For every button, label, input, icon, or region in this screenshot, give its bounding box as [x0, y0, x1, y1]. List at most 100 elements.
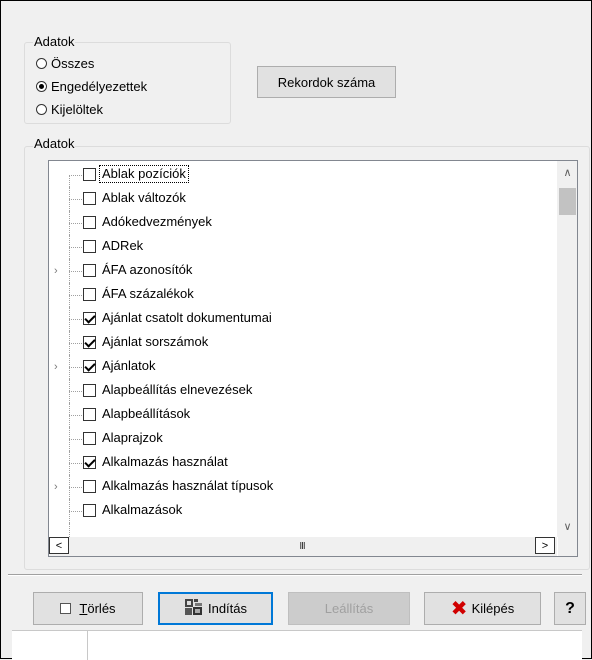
tree-connector [69, 439, 82, 440]
tree-item-label: Alapbeállítások [102, 406, 191, 421]
status-bar [12, 630, 582, 660]
tree-connector [69, 391, 82, 392]
tree-item[interactable]: Ajánlat csatolt dokumentumai [49, 307, 557, 331]
tree-item[interactable]: › Ajánlatok [49, 355, 557, 379]
tree-item[interactable]: Alkalmazások [49, 499, 557, 523]
tree-connector [69, 295, 82, 296]
horizontal-scrollbar[interactable]: < III > [49, 537, 557, 556]
tree-connector [69, 367, 82, 368]
item-checkbox[interactable] [83, 432, 96, 445]
tree-connector [69, 487, 82, 488]
tree-item-label: Ajánlat sorszámok [102, 334, 209, 349]
tree-connector [69, 415, 82, 416]
checkbox-icon [60, 603, 72, 614]
tree-connector [69, 175, 82, 176]
tree-item[interactable]: Alaprajzok [49, 427, 557, 451]
radio-osszes[interactable]: Összes [36, 55, 94, 71]
radio-icon [36, 103, 47, 115]
help-button[interactable]: ? [554, 592, 586, 625]
tree-connector [69, 319, 82, 320]
tree-item-label: ADRek [102, 238, 144, 253]
tree-item[interactable]: ADRek [49, 235, 557, 259]
item-checkbox[interactable] [83, 240, 96, 253]
item-checkbox[interactable] [83, 216, 96, 229]
tree-connector [69, 343, 82, 344]
expand-chevron-icon[interactable]: › [54, 361, 58, 373]
item-checkbox[interactable] [83, 264, 96, 277]
tree-item[interactable]: Ajánlat sorszámok [49, 331, 557, 355]
help-label: ? [565, 599, 575, 617]
item-checkbox[interactable] [83, 336, 96, 349]
run-gear-icon [184, 598, 204, 619]
tree-item[interactable]: Ablak változók [49, 187, 557, 211]
radio-icon [36, 80, 47, 92]
radio-label: Összes [51, 55, 95, 71]
clear-button[interactable]: Törlés [33, 592, 143, 625]
scroll-up-icon[interactable]: ∧ [558, 163, 577, 182]
vertical-scroll-thumb[interactable] [559, 188, 576, 215]
tree-item-label: Ajánlat csatolt dokumentumai [102, 310, 272, 325]
item-checkbox[interactable] [83, 360, 96, 373]
tree-item[interactable]: ÁFA százalékok [49, 283, 557, 307]
radio-engedelyezettek[interactable]: Engedélyezettek [36, 78, 147, 94]
scroll-down-icon[interactable]: ∨ [558, 517, 577, 536]
item-checkbox[interactable] [83, 456, 96, 469]
tree-item-label: Ablak pozíciók [99, 165, 189, 183]
clear-label: örlés [87, 601, 116, 616]
tree-item-label: Ablak változók [102, 190, 186, 205]
filter-groupbox-title: Adatok [33, 34, 76, 49]
tree-connector [69, 511, 82, 512]
scroll-right-icon[interactable]: > [535, 537, 555, 554]
tree-item-label: Alkalmazás használat típusok [102, 478, 274, 493]
tree-connector [69, 271, 82, 272]
tree-item[interactable]: › Alkalmazás használat típusok [49, 475, 557, 499]
tree-connector [69, 223, 82, 224]
item-checkbox[interactable] [83, 312, 96, 325]
expand-chevron-icon[interactable]: › [54, 265, 58, 277]
tree-item-label: ÁFA azonosítók [102, 262, 193, 277]
tree-item[interactable]: › ÁFA azonosítók [49, 259, 557, 283]
stop-button[interactable]: Leállítás [288, 592, 410, 625]
radio-label: Engedélyezettek [51, 78, 148, 94]
tree-item[interactable]: Ablak pozíciók [49, 163, 557, 187]
tree-item[interactable]: Alapbeállítás elnevezések [49, 379, 557, 403]
item-checkbox[interactable] [83, 288, 96, 301]
item-checkbox[interactable] [83, 480, 96, 493]
start-label: Indítás [207, 601, 248, 616]
tree-item-label: ÁFA százalékok [102, 286, 194, 301]
tree-item[interactable]: Adókedvezmények [49, 211, 557, 235]
radio-kijeloltek[interactable]: Kijelöltek [36, 101, 103, 117]
item-checkbox[interactable] [83, 504, 96, 517]
tree-item-label: Ajánlatok [102, 358, 156, 373]
record-count-button[interactable]: Rekordok száma [257, 66, 396, 98]
item-checkbox[interactable] [83, 408, 96, 421]
expand-chevron-icon[interactable]: › [54, 481, 58, 493]
tree-item[interactable]: Alapbeállítások [49, 403, 557, 427]
vertical-scrollbar[interactable]: ∧ ∨ [557, 161, 577, 537]
record-count-label: Rekordok száma [277, 74, 376, 90]
divider [8, 574, 582, 576]
data-tree-list[interactable]: Ablak pozíciók Ablak változók Adókedvezmén… [48, 160, 578, 557]
item-checkbox[interactable] [83, 192, 96, 205]
clear-accel: T [79, 601, 88, 616]
item-checkbox[interactable] [83, 384, 96, 397]
tree-item-label: Alkalmazások [102, 502, 183, 517]
thumb-grip: III [299, 541, 305, 552]
tree-connector [69, 463, 82, 464]
start-button[interactable]: Indítás [158, 592, 273, 625]
item-checkbox[interactable] [83, 168, 96, 181]
close-x-icon: ✖ [450, 597, 468, 620]
stop-label: Leállítás [324, 601, 374, 616]
tree-item-label: Alaprajzok [102, 430, 163, 445]
tree-item-label: Alapbeállítás elnevezések [102, 382, 253, 397]
scroll-left-icon[interactable]: < [49, 537, 69, 554]
scroll-corner [558, 537, 577, 556]
tree-item-label: Adókedvezmények [102, 214, 212, 229]
radio-label: Kijelöltek [51, 101, 104, 117]
tree-item-label: Alkalmazás használat [102, 454, 228, 469]
horizontal-scroll-thumb[interactable]: III [69, 538, 535, 555]
exit-button[interactable]: ✖ Kilépés [424, 592, 541, 625]
radio-icon [36, 57, 47, 69]
tree-item[interactable]: Alkalmazás használat [49, 451, 557, 475]
tree-connector [69, 199, 82, 200]
